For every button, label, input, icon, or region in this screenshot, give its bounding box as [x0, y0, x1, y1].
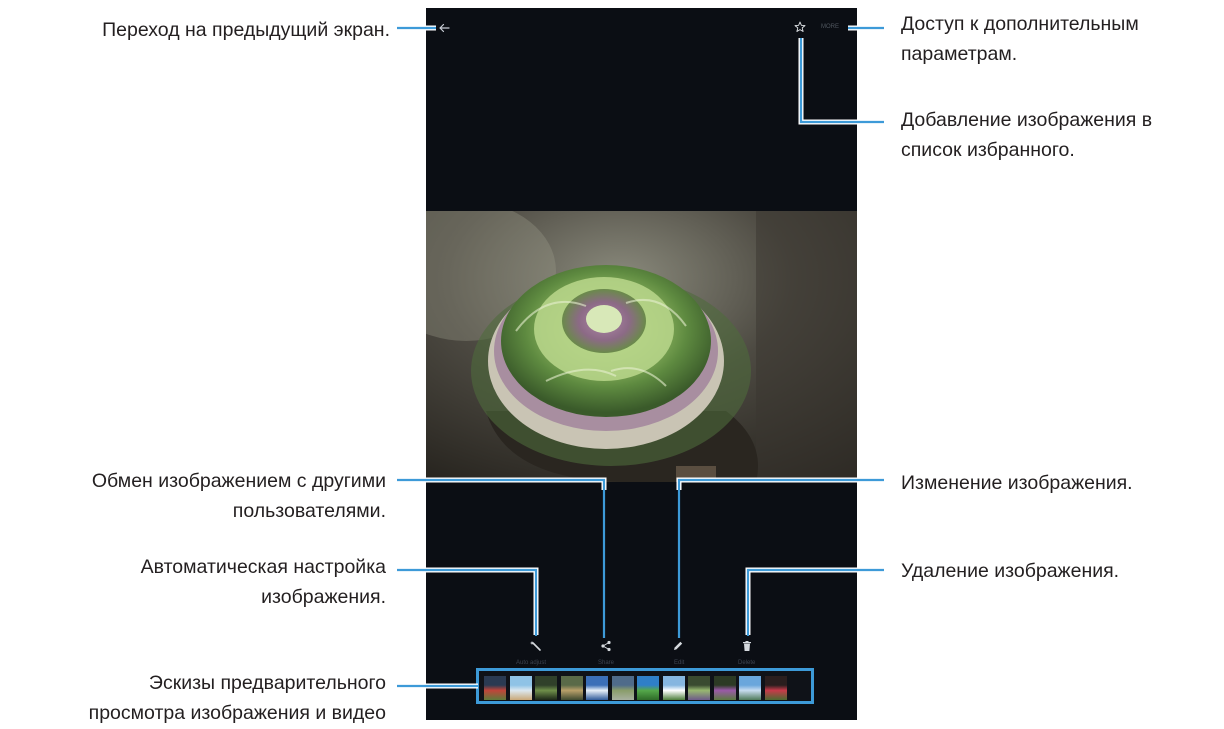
callout-auto-adjust: Автоматическая настройка изображения. — [141, 552, 386, 612]
callout-more-line2: параметрам. — [901, 43, 1018, 65]
callout-delete: Удаление изображения. — [901, 556, 1119, 586]
callout-thumbs-line1: Эскизы предварительного — [148, 672, 386, 694]
trash-icon[interactable] — [741, 640, 753, 652]
thumb-roses[interactable] — [764, 676, 787, 700]
thumb-bluesky[interactable] — [739, 676, 761, 700]
thumb-thistle[interactable] — [713, 676, 736, 700]
callout-share-line1: Обмен изображением с другими — [91, 470, 386, 492]
share-label: Share — [598, 660, 615, 666]
share-icon[interactable] — [600, 640, 612, 652]
callout-favorite-line1: Добавление изображения в — [901, 109, 1153, 131]
callout-share-line2: пользователями. — [232, 500, 386, 522]
star-outline-icon[interactable] — [794, 21, 806, 33]
thumb-field[interactable] — [637, 676, 659, 700]
callout-more-line1: Доступ к дополнительным — [901, 13, 1139, 35]
callout-back: Переход на предыдущий экран. — [102, 15, 390, 45]
thumb-clouds[interactable] — [662, 676, 685, 700]
callout-thumbs-line2: просмотра изображения и видео — [88, 702, 386, 724]
callout-more: Доступ к дополнительным параметрам. — [901, 9, 1139, 69]
thumb-beach[interactable] — [509, 676, 532, 700]
callout-auto-line2: изображения. — [261, 586, 386, 608]
callout-edit-text: Изменение изображения. — [901, 472, 1133, 494]
thumbnail-strip[interactable] — [476, 668, 814, 704]
callout-back-text: Переход на предыдущий экран. — [102, 19, 390, 41]
edit-label: Edit — [674, 660, 685, 666]
thumb-plant[interactable] — [688, 676, 710, 700]
thumb-leaves[interactable] — [535, 676, 557, 700]
thumb-sky[interactable] — [586, 676, 608, 700]
callout-share: Обмен изображением с другими пользовател… — [92, 466, 386, 526]
auto-adjust-label: Auto adjust — [516, 660, 547, 666]
magic-wand-icon[interactable] — [530, 640, 542, 652]
callout-edit: Изменение изображения. — [901, 468, 1133, 498]
callout-auto-line1: Автоматическая настройка — [140, 556, 386, 578]
callout-favorite: Добавление изображения в список избранно… — [901, 105, 1152, 165]
callout-thumbnails: Эскизы предварительного просмотра изобра… — [89, 668, 386, 728]
arrow-left-icon[interactable] — [438, 22, 450, 34]
callout-favorite-line2: список избранного. — [901, 139, 1075, 161]
thumb-flower-red[interactable] — [484, 676, 506, 700]
thumb-cliffs[interactable] — [611, 676, 634, 700]
callout-delete-text: Удаление изображения. — [901, 560, 1120, 582]
main-photo — [426, 211, 857, 482]
more-button[interactable]: MORE — [821, 24, 839, 30]
gallery-screen: MORE Auto adjust Share Edit Delete — [426, 8, 857, 720]
pencil-icon[interactable] — [672, 640, 684, 652]
thumb-tree[interactable] — [560, 676, 583, 700]
delete-label: Delete — [738, 660, 756, 666]
